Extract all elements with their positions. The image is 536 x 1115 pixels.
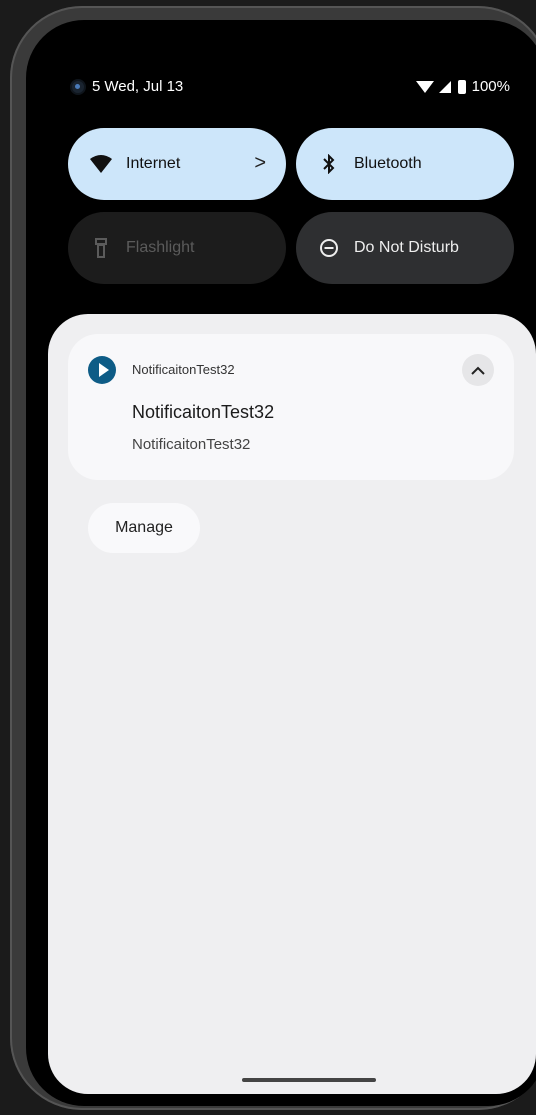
tile-flashlight-label: Flashlight: [126, 239, 195, 256]
phone-frame: 5 Wed, Jul 13 100% Internet > Bluetooth: [10, 6, 536, 1110]
flashlight-icon: [90, 237, 112, 259]
status-date: Wed, Jul 13: [104, 78, 184, 95]
play-icon: [88, 356, 116, 384]
wifi-icon: [415, 80, 434, 93]
do-not-disturb-icon: [318, 237, 340, 259]
chevron-right-icon: >: [254, 152, 266, 174]
camera-icon: [70, 78, 86, 95]
tile-do-not-disturb-label: Do Not Disturb: [354, 239, 459, 256]
battery-percent: 100%: [471, 78, 510, 95]
signal-icon: [438, 80, 451, 93]
wifi-icon: [90, 153, 112, 175]
notification-app-name: NotificaitonTest32: [132, 362, 235, 377]
notification-text: NotificaitonTest32: [132, 436, 251, 453]
status-time-fragment: 5: [92, 78, 101, 95]
manage-button[interactable]: Manage: [88, 503, 200, 553]
collapse-button[interactable]: [462, 354, 494, 386]
notification-title: NotificaitonTest32: [132, 402, 275, 422]
status-left: 5 Wed, Jul 13: [70, 78, 183, 95]
tile-bluetooth-label: Bluetooth: [354, 155, 422, 172]
notification-card[interactable]: NotificaitonTest32 NotificaitonTest32 No…: [68, 334, 514, 480]
tile-bluetooth[interactable]: Bluetooth: [296, 128, 514, 200]
tile-flashlight[interactable]: Flashlight: [68, 212, 286, 284]
tile-internet[interactable]: Internet >: [68, 128, 286, 200]
home-handle[interactable]: [242, 1078, 376, 1082]
tile-do-not-disturb[interactable]: Do Not Disturb: [296, 212, 514, 284]
tile-internet-label: Internet: [126, 155, 181, 172]
notification-shade: NotificaitonTest32 NotificaitonTest32 No…: [48, 314, 536, 1094]
status-right: 100%: [415, 78, 510, 95]
chevron-up-icon: [471, 366, 485, 375]
bluetooth-icon: [318, 153, 340, 175]
screen: 5 Wed, Jul 13 100% Internet > Bluetooth: [26, 20, 536, 1106]
status-bar: 5 Wed, Jul 13 100%: [70, 70, 536, 106]
battery-icon: [457, 79, 466, 94]
